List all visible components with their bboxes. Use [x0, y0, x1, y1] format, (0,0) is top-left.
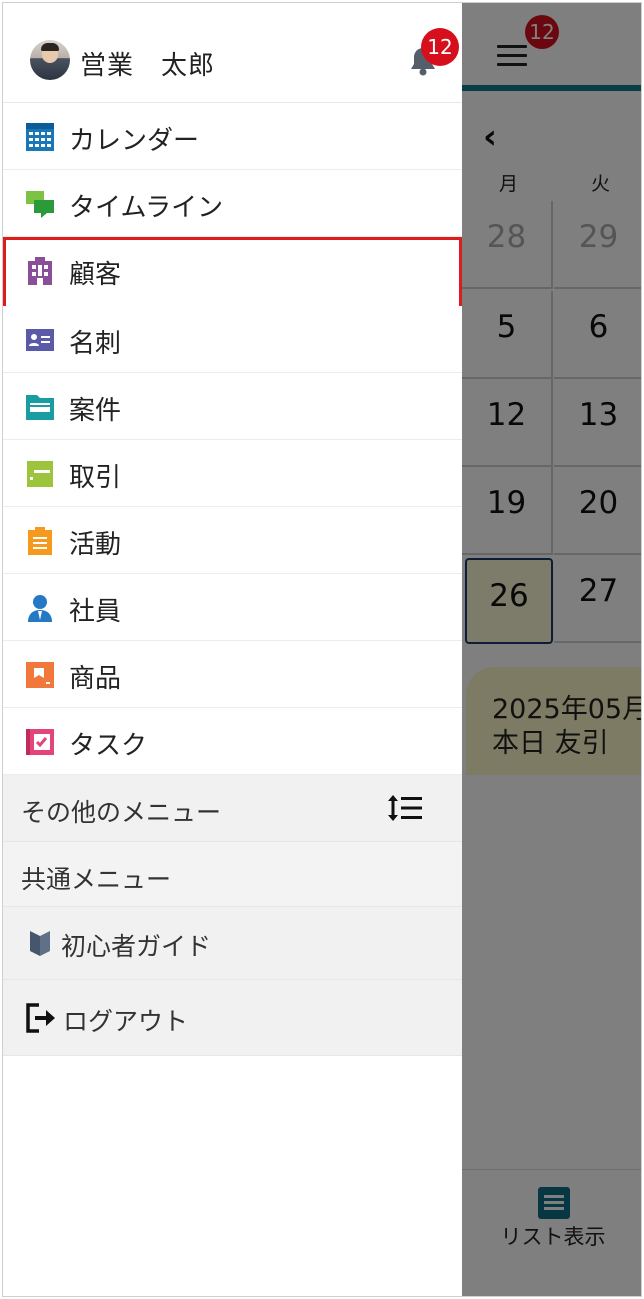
ticket-icon: [27, 461, 53, 487]
menu-item-label: 取引: [69, 463, 122, 493]
menu-item-employee[interactable]: 社員: [3, 574, 462, 641]
weekday-tue: 火: [591, 173, 611, 195]
beginner-mark-icon: [30, 931, 50, 956]
beginner-guide-label: 初心者ガイド: [61, 932, 212, 961]
calendar-day[interactable]: 12: [462, 379, 553, 467]
navigation-drawer: 営業 太郎 12 カレンダー タイムライン 顧客 名刺 案件 取引 活動 社員 …: [3, 3, 462, 1296]
calendar-day[interactable]: 19: [462, 467, 553, 555]
other-menu-header[interactable]: その他のメニュー: [3, 775, 462, 842]
logout-icon: [26, 1003, 55, 1033]
calendar-icon: [26, 123, 54, 151]
menu-item-calendar[interactable]: カレンダー: [3, 103, 462, 170]
task-check-icon: [26, 729, 54, 755]
menu-item-beginner-guide[interactable]: 初心者ガイド: [3, 907, 462, 980]
menu-item-business-card[interactable]: 名刺: [3, 306, 462, 373]
calendar-day[interactable]: 28: [462, 201, 553, 289]
drawer-header: 営業 太郎 12: [3, 3, 462, 103]
business-card-icon: [26, 329, 54, 351]
menu-item-label: カレンダー: [69, 126, 200, 156]
menu-item-product[interactable]: 商品: [3, 641, 462, 708]
header-accent-bar: [462, 85, 641, 91]
calendar-day[interactable]: 5: [462, 291, 553, 379]
menu-item-activity[interactable]: 活動: [3, 507, 462, 574]
weekday-mon: 月: [499, 173, 519, 195]
calendar-day-today[interactable]: 26: [465, 558, 553, 644]
menu-item-logout[interactable]: ログアウト: [3, 980, 462, 1056]
menu-item-label: タスク: [69, 731, 148, 761]
product-tag-icon: [26, 662, 54, 688]
menu-item-label: 名刺: [69, 329, 122, 359]
clipboard-icon: [28, 527, 52, 555]
chevron-left-icon[interactable]: ‹: [483, 117, 497, 157]
menu-item-label: 顧客: [69, 260, 122, 290]
event-card[interactable]: 2025年05月 本日 友引: [466, 667, 642, 775]
menu-item-label: タイムライン: [69, 193, 224, 223]
logout-label: ログアウト: [63, 1007, 189, 1036]
avatar[interactable]: [30, 40, 70, 80]
calendar-day[interactable]: 27: [554, 555, 641, 643]
calendar-day[interactable]: 20: [554, 467, 641, 555]
other-menu-label: その他のメニュー: [21, 798, 222, 827]
calendar-day[interactable]: 6: [554, 291, 641, 379]
menu-item-transaction[interactable]: 取引: [3, 440, 462, 507]
event-date: 2025年05月: [492, 694, 642, 725]
menu-item-label: 社員: [69, 597, 122, 627]
event-rokuyo: 本日 友引: [492, 728, 609, 759]
list-view-label[interactable]: リスト表示: [483, 1221, 623, 1251]
folder-icon: [26, 395, 54, 420]
common-menu-label: 共通メニュー: [21, 865, 172, 894]
menu-item-label: 活動: [69, 530, 122, 560]
common-menu-header: 共通メニュー: [3, 842, 462, 907]
menu-item-customer[interactable]: 顧客: [3, 237, 462, 309]
calendar-day[interactable]: 29: [554, 201, 641, 289]
app-frame: 12 ‹ 月 火 28 29 5 6 12 13 19 20 26 27 202…: [2, 2, 642, 1297]
menu-notification-badge: 12: [525, 15, 559, 49]
building-icon: [28, 257, 52, 285]
menu-item-task[interactable]: タスク: [3, 708, 462, 775]
list-view-icon[interactable]: [538, 1187, 570, 1219]
user-name: 営業 太郎: [80, 51, 216, 81]
menu-item-label: 案件: [69, 396, 122, 426]
calendar-header: [462, 3, 641, 89]
reorder-icon[interactable]: [387, 793, 423, 823]
menu-item-timeline[interactable]: タイムライン: [3, 170, 462, 237]
hamburger-menu-icon[interactable]: [497, 45, 527, 67]
menu-item-deal[interactable]: 案件: [3, 373, 462, 440]
notification-badge: 12: [421, 28, 459, 66]
chat-bubbles-icon: [26, 191, 54, 218]
menu-item-label: 商品: [69, 664, 122, 694]
person-icon: [28, 595, 52, 622]
calendar-day[interactable]: 13: [554, 379, 641, 467]
